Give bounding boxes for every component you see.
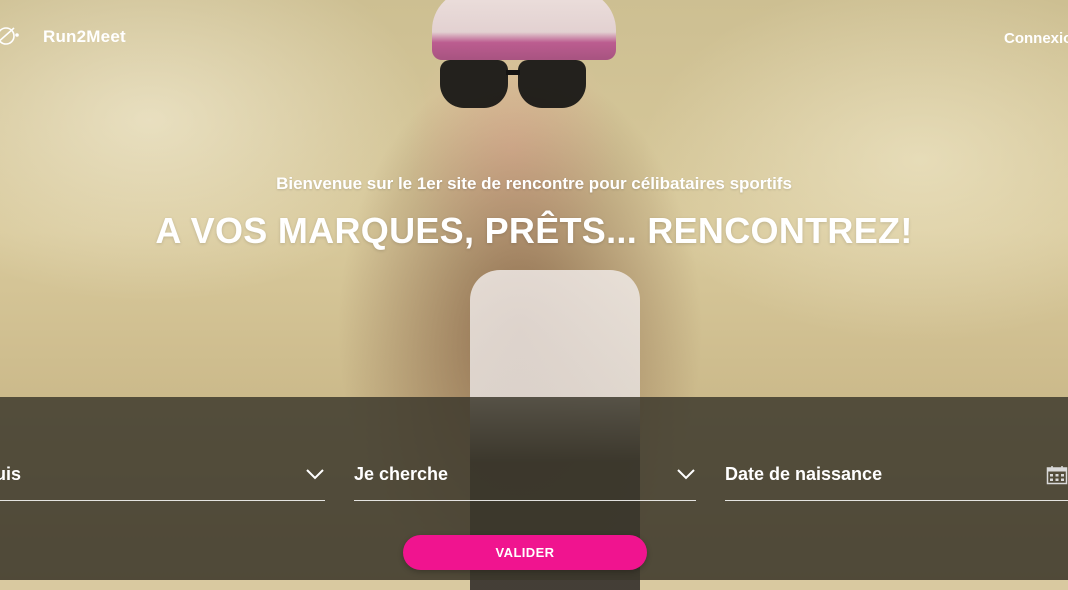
- looking-for-label: Je cherche: [354, 464, 449, 484]
- birthdate-field[interactable]: Date de naissance: [725, 458, 1068, 501]
- hero-subtitle: Bienvenue sur le 1er site de rencontre p…: [276, 174, 792, 193]
- i-am-select[interactable]: e suis: [0, 458, 325, 501]
- site-header: Run2Meet Connexio: [0, 0, 1068, 75]
- brand-name[interactable]: Run2Meet: [43, 27, 126, 47]
- submit-button[interactable]: VALIDER: [403, 535, 647, 570]
- run2meet-logo-icon[interactable]: [0, 22, 20, 50]
- login-link[interactable]: Connexio: [1004, 30, 1068, 47]
- chevron-down-icon: [305, 467, 325, 486]
- looking-for-select[interactable]: Je cherche: [354, 458, 696, 501]
- hero-headline: A VOS MARQUES, PRÊTS... RENCONTREZ!: [155, 210, 913, 251]
- calendar-icon[interactable]: [1046, 465, 1068, 490]
- birthdate-label: Date de naissance: [725, 464, 883, 484]
- i-am-label: e suis: [0, 464, 22, 484]
- chevron-down-icon: [676, 467, 696, 486]
